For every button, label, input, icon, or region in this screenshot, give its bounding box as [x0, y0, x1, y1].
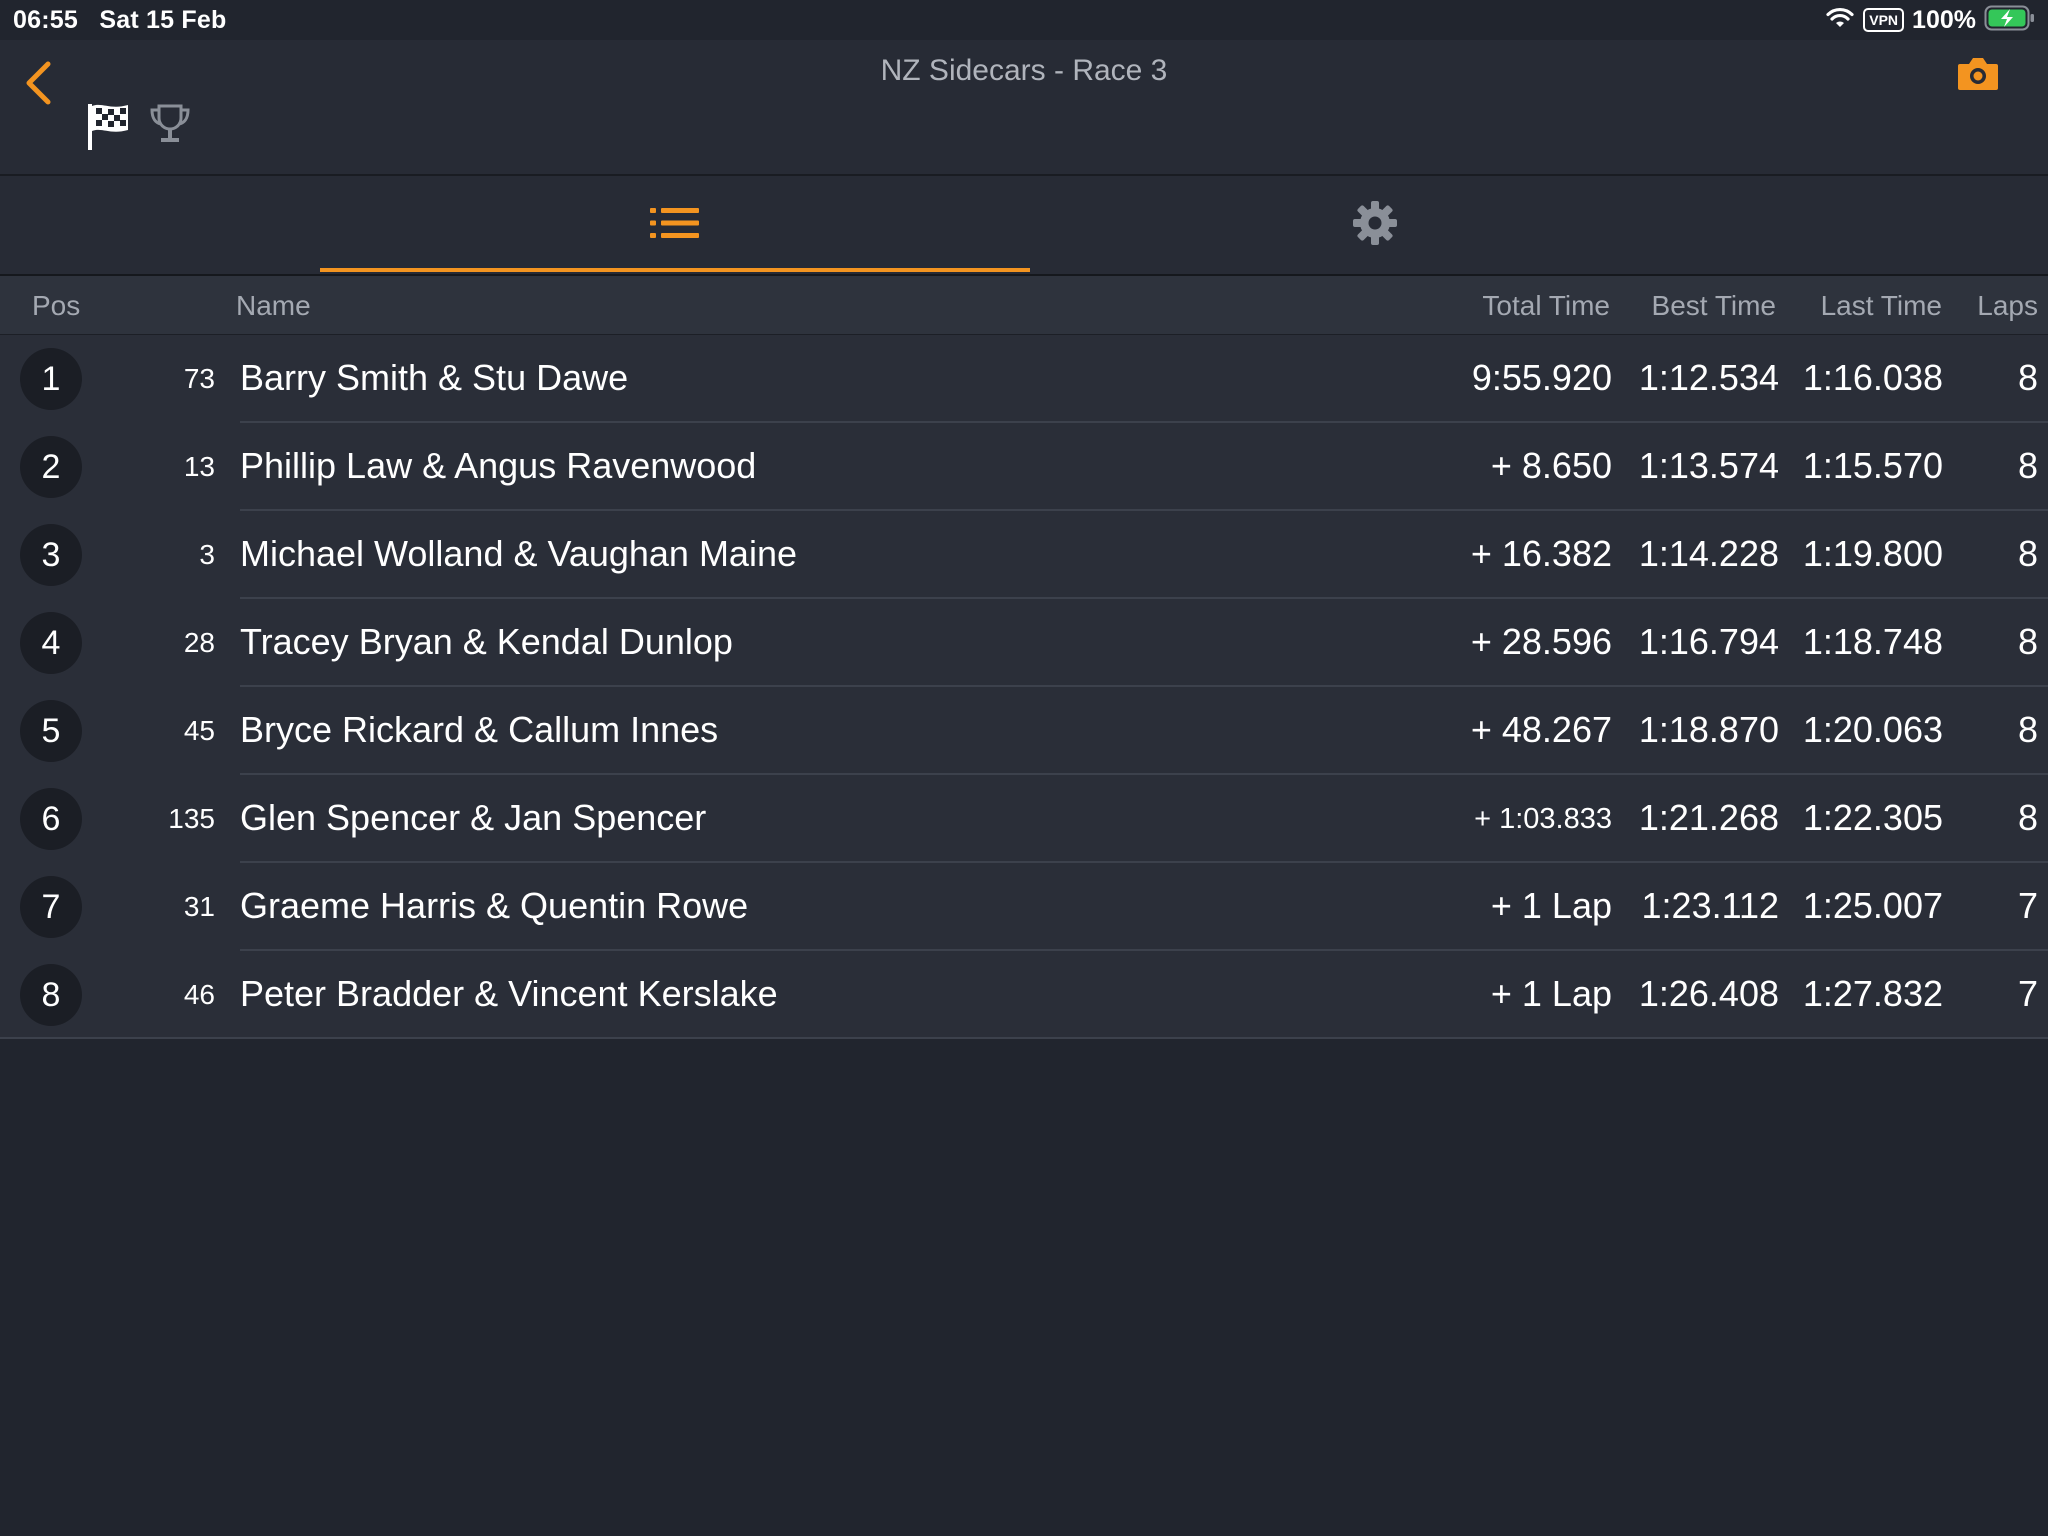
table-row[interactable]: 6 135 Glen Spencer & Jan Spencer + 1:03.… [0, 775, 2048, 863]
position-badge: 8 [20, 964, 82, 1026]
best-time: 1:14.228 [1638, 533, 1779, 574]
table-row[interactable]: 8 46 Peter Bradder & Vincent Kerslake + … [0, 951, 2048, 1039]
laps: 8 [2017, 533, 2038, 574]
navigation-bar: NZ Sidecars - Race 3 [0, 40, 2048, 176]
driver-name: Graeme Harris & Quentin Rowe [240, 885, 749, 926]
table-row[interactable]: 7 31 Graeme Harris & Quentin Rowe + 1 La… [0, 863, 2048, 951]
best-time: 1:12.534 [1638, 357, 1779, 398]
laps: 8 [2017, 797, 2038, 838]
battery-charging-icon [1984, 5, 2036, 36]
car-number: 13 [183, 451, 215, 482]
driver-name: Barry Smith & Stu Dawe [240, 357, 629, 398]
vpn-badge: VPN [1863, 8, 1905, 32]
tab-bar [0, 176, 2048, 276]
total-time: + 16.382 [1470, 533, 1612, 574]
best-time: 1:13.574 [1638, 445, 1779, 486]
last-time: 1:20.063 [1802, 709, 1943, 750]
total-time: + 1 Lap [1490, 973, 1612, 1014]
car-number: 28 [183, 627, 215, 658]
wifi-icon [1825, 6, 1855, 35]
column-header-best-time[interactable]: Best Time [1652, 290, 1776, 322]
driver-name: Bryce Rickard & Callum Innes [240, 709, 719, 750]
battery-percent: 100% [1912, 5, 1976, 34]
last-time: 1:19.800 [1802, 533, 1943, 574]
status-date: Sat 15 Feb [99, 6, 227, 34]
laps: 8 [2017, 621, 2038, 662]
car-number: 46 [183, 979, 215, 1010]
gear-icon [1352, 200, 1398, 251]
list-icon [650, 206, 700, 245]
status-indicators: VPN 100% [1825, 5, 2036, 35]
position-badge: 7 [20, 876, 82, 938]
last-time: 1:27.832 [1802, 973, 1943, 1014]
driver-name: Glen Spencer & Jan Spencer [240, 797, 707, 838]
checkered-flag-icon [86, 104, 134, 156]
driver-name: Peter Bradder & Vincent Kerslake [240, 973, 778, 1014]
car-number: 31 [183, 891, 215, 922]
laps: 7 [2017, 885, 2038, 926]
table-row[interactable]: 3 3 Michael Wolland & Vaughan Maine + 16… [0, 511, 2048, 599]
driver-name: Phillip Law & Angus Ravenwood [240, 445, 757, 486]
active-tab-indicator [320, 268, 1030, 272]
last-time: 1:18.748 [1802, 621, 1943, 662]
column-header-pos[interactable]: Pos [32, 290, 80, 322]
driver-name: Tracey Bryan & Kendal Dunlop [240, 621, 733, 662]
best-time: 1:21.268 [1638, 797, 1779, 838]
column-header-name[interactable]: Name [236, 290, 311, 322]
position-badge: 2 [20, 436, 82, 498]
status-time: 06:55 [13, 6, 78, 34]
best-time: 1:18.870 [1638, 709, 1779, 750]
car-number: 3 [199, 539, 215, 570]
last-time: 1:25.007 [1802, 885, 1943, 926]
camera-icon [1956, 58, 2000, 98]
screenshot-button[interactable] [1956, 54, 2000, 98]
column-header-laps[interactable]: Laps [1977, 290, 2038, 322]
position-badge: 5 [20, 700, 82, 762]
column-header-total-time[interactable]: Total Time [1482, 290, 1610, 322]
best-time: 1:16.794 [1638, 621, 1779, 662]
total-time: + 8.650 [1490, 445, 1612, 486]
position-badge: 4 [20, 612, 82, 674]
position-badge: 6 [20, 788, 82, 850]
laps: 8 [2017, 709, 2038, 750]
results-flag-button[interactable] [86, 100, 134, 152]
column-header-last-time[interactable]: Last Time [1821, 290, 1942, 322]
total-time: + 1:03.833 [1474, 803, 1612, 835]
car-number: 73 [183, 363, 215, 394]
car-number: 45 [183, 715, 215, 746]
driver-name: Michael Wolland & Vaughan Maine [240, 533, 797, 574]
best-time: 1:23.112 [1641, 885, 1779, 926]
tab-results-list[interactable] [320, 176, 1030, 274]
total-time: + 1 Lap [1490, 885, 1612, 926]
table-row[interactable]: 4 28 Tracey Bryan & Kendal Dunlop + 28.5… [0, 599, 2048, 687]
laps: 8 [2017, 357, 2038, 398]
last-time: 1:22.305 [1802, 797, 1943, 838]
position-badge: 1 [20, 348, 82, 410]
tab-settings[interactable] [1020, 176, 1730, 274]
table-row[interactable]: 2 13 Phillip Law & Angus Ravenwood + 8.6… [0, 423, 2048, 511]
total-time: 9:55.920 [1471, 357, 1612, 398]
car-number: 135 [168, 803, 215, 834]
table-header: Pos Name Total Time Best Time Last Time … [0, 276, 2048, 335]
best-time: 1:26.408 [1638, 973, 1779, 1014]
last-time: 1:16.038 [1802, 357, 1943, 398]
results-table: Pos Name Total Time Best Time Last Time … [0, 276, 2048, 1039]
trophy-button[interactable] [148, 102, 192, 148]
laps: 7 [2017, 973, 2038, 1014]
table-row[interactable]: 1 73 Barry Smith & Stu Dawe 9:55.920 1:1… [0, 335, 2048, 423]
laps: 8 [2017, 445, 2038, 486]
status-bar: 06:55 Sat 15 Feb VPN 100% [0, 0, 2048, 40]
last-time: 1:15.570 [1802, 445, 1943, 486]
position-badge: 3 [20, 524, 82, 586]
page-title: NZ Sidecars - Race 3 [880, 54, 1168, 87]
row-divider [0, 1037, 2048, 1039]
total-time: + 48.267 [1470, 709, 1612, 750]
trophy-icon [148, 104, 192, 152]
total-time: + 28.596 [1470, 621, 1612, 662]
status-datetime: 06:55 Sat 15 Feb [13, 6, 226, 35]
table-row[interactable]: 5 45 Bryce Rickard & Callum Innes + 48.2… [0, 687, 2048, 775]
